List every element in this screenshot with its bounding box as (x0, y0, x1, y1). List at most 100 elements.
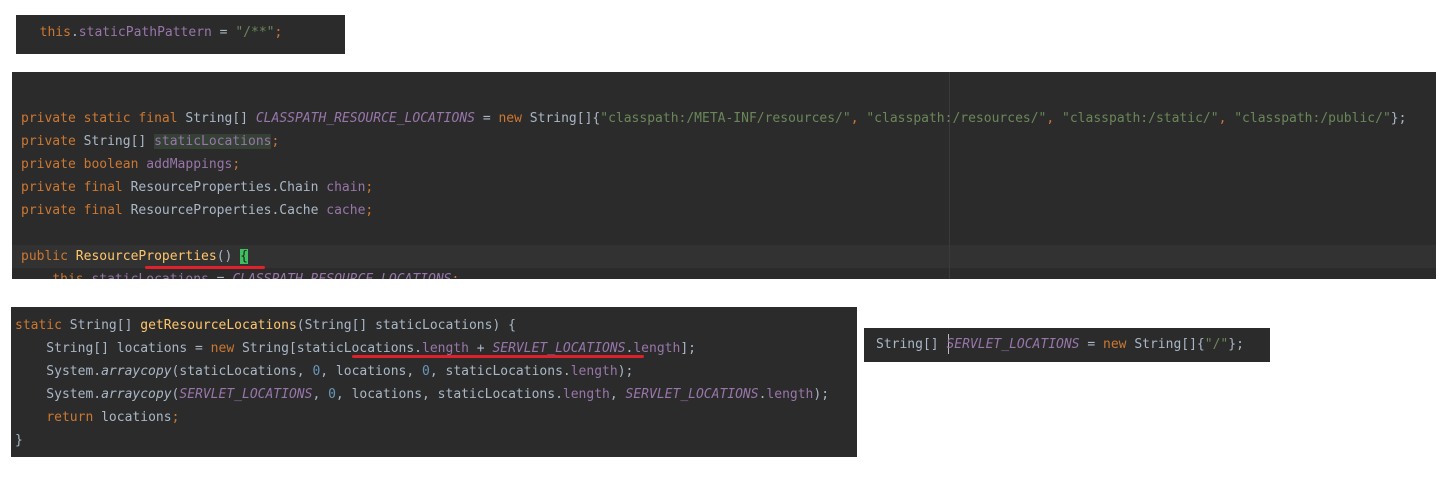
code-line: System.arraycopy(SERVLET_LOCATIONS, 0, l… (15, 383, 829, 406)
code-token: length (633, 341, 681, 356)
code-snippet-get-resource-locations: static String[] getResourceLocations(Str… (11, 307, 857, 457)
code-line: public ResourceProperties() { (21, 245, 248, 268)
code-token: "classpath:/static/" (1062, 111, 1219, 126)
code-line: static String[] getResourceLocations(Str… (15, 314, 516, 337)
code-token: , locations, (320, 364, 423, 379)
code-line: private static final String[] CLASSPATH_… (21, 107, 1406, 130)
code-line: System.arraycopy(staticLocations, 0, loc… (15, 360, 633, 383)
code-token: new (498, 111, 530, 126)
code-token: ; (271, 134, 280, 149)
code-line: String[] locations = new String[staticLo… (15, 337, 696, 360)
code-token: String[] (83, 134, 155, 149)
code-token: } (15, 433, 23, 448)
code-token: String[]{ (529, 111, 601, 126)
code-line: private final ResourceProperties.Chain c… (21, 176, 373, 199)
code-token: CLASSPATH_RESOURCE_LOCATIONS (255, 111, 475, 126)
code-token: }; (1390, 111, 1407, 126)
code-line: this.staticLocations = CLASSPATH_RESOURC… (21, 268, 459, 279)
code-token: locations (101, 410, 172, 425)
code-token: return (46, 410, 102, 425)
code-token: new (210, 341, 242, 356)
code-token: 0 (422, 364, 430, 379)
code-token: private (21, 134, 84, 149)
code-token: , (850, 111, 867, 126)
code-token: this (52, 272, 83, 279)
code-snippet-resource-properties: private static final String[] CLASSPATH_… (12, 72, 1436, 279)
code-token: ; (365, 203, 374, 218)
code-token: SERVLET_LOCATIONS (492, 341, 626, 356)
code-token: this (39, 25, 71, 40)
code-token: getResourceLocations (140, 318, 297, 333)
code-token: length (766, 387, 814, 402)
code-token: = (1079, 337, 1103, 352)
code-token: arraycopy (101, 364, 172, 379)
code-token: final (138, 111, 186, 126)
code-token: (String[] staticLocations) { (296, 318, 516, 333)
code-token: final (83, 180, 131, 195)
code-token: staticLocations (154, 134, 272, 149)
code-token: public (21, 249, 76, 264)
code-line: String[] SERVLET_LOCATIONS = new String[… (876, 333, 1244, 356)
code-token: ResourceProperties.Cache (130, 203, 327, 218)
code-line: return locations; (15, 406, 179, 429)
code-token: ); (617, 364, 634, 379)
code-token: cache (326, 203, 366, 218)
code-token: + (468, 341, 493, 356)
code-token: length (570, 364, 618, 379)
code-token: , (1218, 111, 1235, 126)
code-token: length (562, 387, 610, 402)
code-token: length (422, 341, 469, 356)
code-token: SERVLET_LOCATIONS (179, 387, 313, 402)
code-token: boolean (83, 157, 147, 172)
code-token: ; (232, 157, 241, 172)
code-token: private (21, 157, 84, 172)
code-token: String[] locations = (15, 341, 211, 356)
code-token: addMappings (146, 157, 233, 172)
code-token: staticPathPattern (78, 25, 212, 40)
code-token: System. (15, 364, 102, 379)
code-token: = (211, 25, 236, 40)
code-token: "classpath:/public/" (1234, 111, 1391, 126)
code-token: . (70, 25, 79, 40)
code-line: private final ResourceProperties.Cache c… (21, 199, 373, 222)
code-token: }; (1228, 337, 1244, 352)
code-token: SERVLET_LOCATIONS (625, 387, 759, 402)
code-token: ; (452, 272, 460, 279)
code-line: this.staticPathPattern = "/**"; (24, 21, 283, 44)
code-token: = (475, 111, 499, 126)
code-line: private boolean addMappings; (21, 153, 240, 176)
code-token: () (216, 249, 241, 264)
code-token: = (209, 272, 232, 279)
code-token: 0 (328, 387, 336, 402)
code-snippet-static-path-pattern: this.staticPathPattern = "/**"; (16, 15, 345, 54)
code-token: System. (15, 387, 102, 402)
code-token: static (15, 318, 70, 333)
code-token: "/**" (235, 25, 275, 40)
code-token: ); (813, 387, 830, 402)
code-token: String[]{ (1134, 337, 1205, 352)
code-token: , staticLocations. (429, 364, 571, 379)
code-token: String[] (69, 318, 141, 333)
code-token: private (21, 180, 84, 195)
code-token: , (312, 387, 329, 402)
code-token: , (609, 387, 626, 402)
code-token: SERVLET_LOCATIONS (946, 337, 1080, 352)
code-token: "classpath:/META-INF/resources/" (600, 111, 851, 126)
code-token: CLASSPATH_RESOURCE_LOCATIONS (232, 272, 451, 279)
code-token: String[] (185, 111, 256, 126)
code-token: ; (274, 25, 283, 40)
code-line: } (15, 429, 23, 452)
code-token: new (1103, 337, 1135, 352)
code-token: ]; (680, 341, 696, 356)
code-token: ; (365, 180, 374, 195)
code-token: private (21, 203, 84, 218)
code-token: chain (326, 180, 366, 195)
code-line: private String[] staticLocations; (21, 130, 279, 153)
code-token: ResourceProperties.Chain (130, 180, 327, 195)
code-token: String[staticLocations. (241, 341, 422, 356)
code-token: ; (171, 410, 180, 425)
code-token: staticLocations (91, 272, 208, 279)
